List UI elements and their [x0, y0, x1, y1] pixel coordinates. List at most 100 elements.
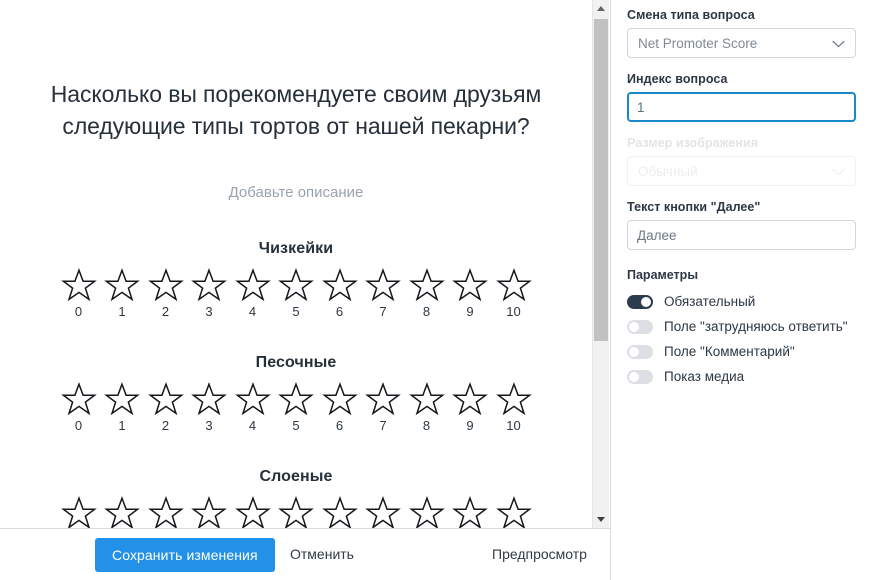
rating-star-number: 5: [292, 304, 300, 319]
rating-star-option[interactable]: 10: [492, 496, 536, 528]
star-outline-icon[interactable]: [234, 382, 271, 417]
rating-star-option[interactable]: 4: [231, 268, 275, 319]
star-outline-icon[interactable]: [104, 496, 140, 528]
rating-star-number: 10: [506, 304, 521, 319]
rating-star-option[interactable]: 0: [57, 268, 101, 319]
rating-star-option[interactable]: 2: [144, 496, 188, 528]
question-index-label: Индекс вопроса: [627, 72, 728, 86]
star-outline-icon[interactable]: [278, 496, 314, 528]
star-outline-icon[interactable]: [365, 382, 401, 417]
rating-star-option[interactable]: 9: [448, 496, 492, 528]
rating-group: Слоеные 012345678910: [0, 468, 592, 528]
scrollbar-thumb[interactable]: [594, 19, 608, 341]
rating-star-option[interactable]: 2: [144, 382, 188, 433]
rating-star-number: 1: [118, 418, 126, 433]
rating-star-option[interactable]: 7: [361, 268, 405, 319]
rating-star-option[interactable]: 3: [187, 268, 231, 319]
star-outline-icon[interactable]: [365, 268, 401, 303]
scroll-down-arrow-icon[interactable]: [593, 511, 609, 528]
star-outline-icon[interactable]: [408, 496, 445, 528]
star-outline-icon[interactable]: [408, 268, 445, 303]
star-outline-icon[interactable]: [60, 496, 97, 528]
star-outline-icon[interactable]: [452, 268, 488, 303]
save-button[interactable]: Сохранить изменения: [95, 538, 275, 572]
rating-star-option[interactable]: 0: [57, 496, 101, 528]
question-type-field: Смена типа вопроса Net Promoter Score: [627, 8, 856, 58]
parameter-toggle-row[interactable]: Поле "Комментарий": [627, 341, 856, 363]
rating-star-option[interactable]: 2: [144, 268, 188, 319]
star-outline-icon[interactable]: [147, 382, 184, 417]
rating-star-number: 9: [466, 304, 474, 319]
cancel-button[interactable]: Отменить: [290, 546, 354, 562]
rating-star-option[interactable]: 8: [405, 268, 449, 319]
rating-star-option[interactable]: 3: [187, 382, 231, 433]
star-outline-icon[interactable]: [321, 268, 358, 303]
next-button-text-input[interactable]: [627, 220, 856, 250]
question-type-select[interactable]: Net Promoter Score: [627, 28, 856, 58]
rating-star-option[interactable]: 10: [492, 382, 536, 433]
question-index-input[interactable]: [627, 92, 856, 122]
rating-star-option[interactable]: 6: [318, 382, 362, 433]
rating-star-option[interactable]: 5: [274, 382, 318, 433]
parameter-toggle-row[interactable]: Показ медиа: [627, 366, 856, 388]
rating-star-option[interactable]: 5: [274, 496, 318, 528]
rating-star-option[interactable]: 1: [100, 268, 144, 319]
rating-star-option[interactable]: 4: [231, 496, 275, 528]
star-outline-icon[interactable]: [191, 382, 227, 417]
star-outline-icon[interactable]: [452, 382, 488, 417]
editor-footer: Сохранить изменения Отменить Предпросмот…: [0, 528, 610, 580]
parameter-toggle-row[interactable]: Поле "затрудняюсь ответить": [627, 316, 856, 338]
parameter-toggle-row[interactable]: Обязательный: [627, 291, 856, 313]
star-outline-icon[interactable]: [408, 382, 445, 417]
image-size-select: Обычный: [627, 156, 856, 186]
star-outline-icon[interactable]: [278, 268, 314, 303]
rating-star-option[interactable]: 7: [361, 382, 405, 433]
star-outline-icon[interactable]: [104, 382, 140, 417]
rating-star-option[interactable]: 10: [492, 268, 536, 319]
rating-star-option[interactable]: 5: [274, 268, 318, 319]
rating-star-option[interactable]: 9: [448, 382, 492, 433]
star-outline-icon[interactable]: [60, 382, 97, 417]
rating-stars-row: 0 1 2 3 4 5 6 7 8 9 10: [0, 268, 592, 319]
rating-star-option[interactable]: 4: [231, 382, 275, 433]
star-outline-icon[interactable]: [60, 268, 97, 303]
rating-group-label: Песочные: [255, 354, 337, 371]
star-outline-icon[interactable]: [495, 382, 532, 417]
preview-button[interactable]: Предпросмотр: [492, 546, 587, 562]
description-placeholder[interactable]: Добавьте описание: [0, 142, 592, 201]
star-outline-icon[interactable]: [278, 382, 314, 417]
rating-star-option[interactable]: 1: [100, 496, 144, 528]
toggle-switch[interactable]: [627, 370, 653, 384]
survey-question-editor: Насколько вы порекомендуете своим друзья…: [0, 0, 872, 580]
toggle-switch[interactable]: [627, 320, 653, 334]
toggle-switch[interactable]: [627, 345, 653, 359]
preview-vertical-scrollbar[interactable]: [592, 0, 609, 528]
rating-star-option[interactable]: 1: [100, 382, 144, 433]
star-outline-icon[interactable]: [495, 496, 532, 528]
star-outline-icon[interactable]: [104, 268, 140, 303]
star-outline-icon[interactable]: [147, 268, 184, 303]
rating-star-option[interactable]: 6: [318, 496, 362, 528]
star-outline-icon[interactable]: [234, 496, 271, 528]
scroll-up-arrow-icon[interactable]: [593, 0, 609, 17]
rating-star-option[interactable]: 7: [361, 496, 405, 528]
star-outline-icon[interactable]: [147, 496, 184, 528]
toggle-switch[interactable]: [627, 295, 653, 309]
rating-star-number: 6: [335, 418, 344, 433]
question-index-field: Индекс вопроса: [627, 72, 856, 122]
rating-star-option[interactable]: 8: [405, 496, 449, 528]
star-outline-icon[interactable]: [234, 268, 271, 303]
star-outline-icon[interactable]: [191, 496, 227, 528]
rating-star-option[interactable]: 9: [448, 268, 492, 319]
star-outline-icon[interactable]: [452, 496, 488, 528]
star-outline-icon[interactable]: [365, 496, 401, 528]
star-outline-icon[interactable]: [191, 268, 227, 303]
rating-star-number: 7: [379, 304, 387, 319]
rating-star-option[interactable]: 8: [405, 382, 449, 433]
star-outline-icon[interactable]: [321, 382, 358, 417]
star-outline-icon[interactable]: [495, 268, 532, 303]
rating-star-option[interactable]: 3: [187, 496, 231, 528]
rating-star-option[interactable]: 6: [318, 268, 362, 319]
rating-star-option[interactable]: 0: [57, 382, 101, 433]
star-outline-icon[interactable]: [321, 496, 358, 528]
